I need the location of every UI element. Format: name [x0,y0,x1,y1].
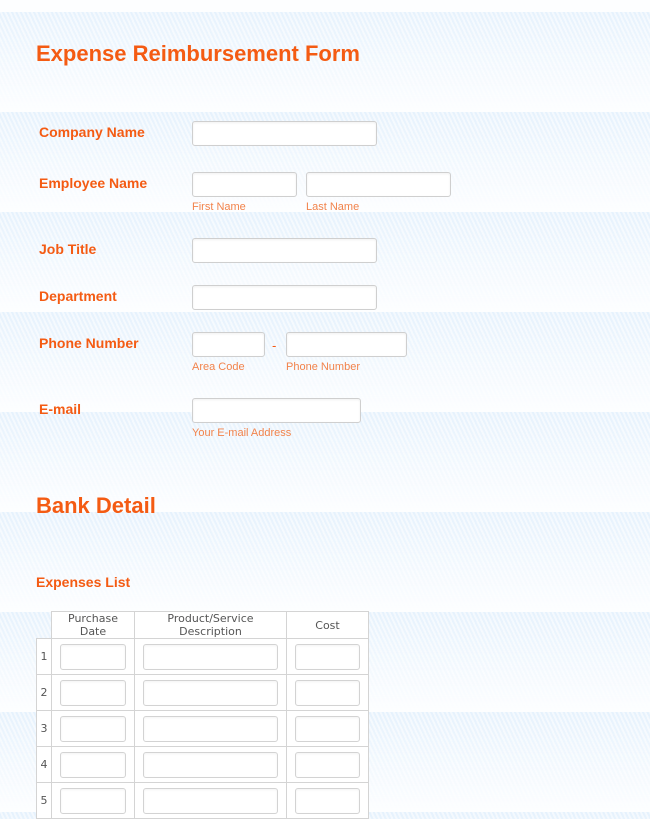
expenses-list-label: Expenses List [36,574,131,590]
company-name-input[interactable] [192,121,377,146]
cost-input[interactable] [295,751,360,778]
purchase-date-input[interactable] [60,643,126,670]
last-name-input[interactable] [306,172,451,197]
expenses-table: Purchase Date Product/Service Descriptio… [36,611,369,819]
column-header-description: Product/Service Description [134,611,287,639]
cost-input[interactable] [295,643,360,670]
form-title: Expense Reimbursement Form [36,41,360,66]
row-number: 4 [36,746,52,783]
email-input[interactable] [192,398,361,423]
table-row: 1 [36,638,369,675]
purchase-date-input[interactable] [60,751,126,778]
column-header-purchase-date: Purchase Date [51,611,135,639]
department-input[interactable] [192,285,377,310]
first-name-sublabel: First Name [192,201,246,213]
column-header-cost: Cost [286,611,369,639]
table-row: 2 [36,674,369,711]
expenses-header-row: Purchase Date Product/Service Descriptio… [36,611,369,639]
description-input[interactable] [143,643,278,670]
email-sublabel: Your E-mail Address [192,427,292,439]
row-number: 5 [36,782,52,819]
description-input[interactable] [143,715,278,742]
row-number: 3 [36,710,52,747]
cost-input[interactable] [295,715,360,742]
job-title-label: Job Title [39,241,97,257]
table-row: 3 [36,710,369,747]
table-row: 4 [36,746,369,783]
company-name-label: Company Name [39,124,145,140]
phone-number-sublabel: Phone Number [286,361,360,373]
last-name-sublabel: Last Name [306,201,360,213]
phone-number-input[interactable] [286,332,407,357]
employee-name-label: Employee Name [39,175,148,191]
cost-input[interactable] [295,679,360,706]
table-row: 5 [36,782,369,819]
row-number-header [36,611,52,639]
phone-number-label: Phone Number [39,335,139,351]
page-top-strip [0,0,650,12]
purchase-date-input[interactable] [60,679,126,706]
row-number: 2 [36,674,52,711]
department-label: Department [39,288,117,304]
purchase-date-input[interactable] [60,787,126,814]
description-input[interactable] [143,679,278,706]
bank-detail-heading: Bank Detail [36,493,156,518]
email-label: E-mail [39,401,82,417]
area-code-input[interactable] [192,332,265,357]
area-code-sublabel: Area Code [192,361,245,373]
cost-input[interactable] [295,787,360,814]
job-title-input[interactable] [192,238,377,263]
description-input[interactable] [143,751,278,778]
description-input[interactable] [143,787,278,814]
first-name-input[interactable] [192,172,297,197]
purchase-date-input[interactable] [60,715,126,742]
phone-separator: - [272,338,277,353]
row-number: 1 [36,638,52,675]
